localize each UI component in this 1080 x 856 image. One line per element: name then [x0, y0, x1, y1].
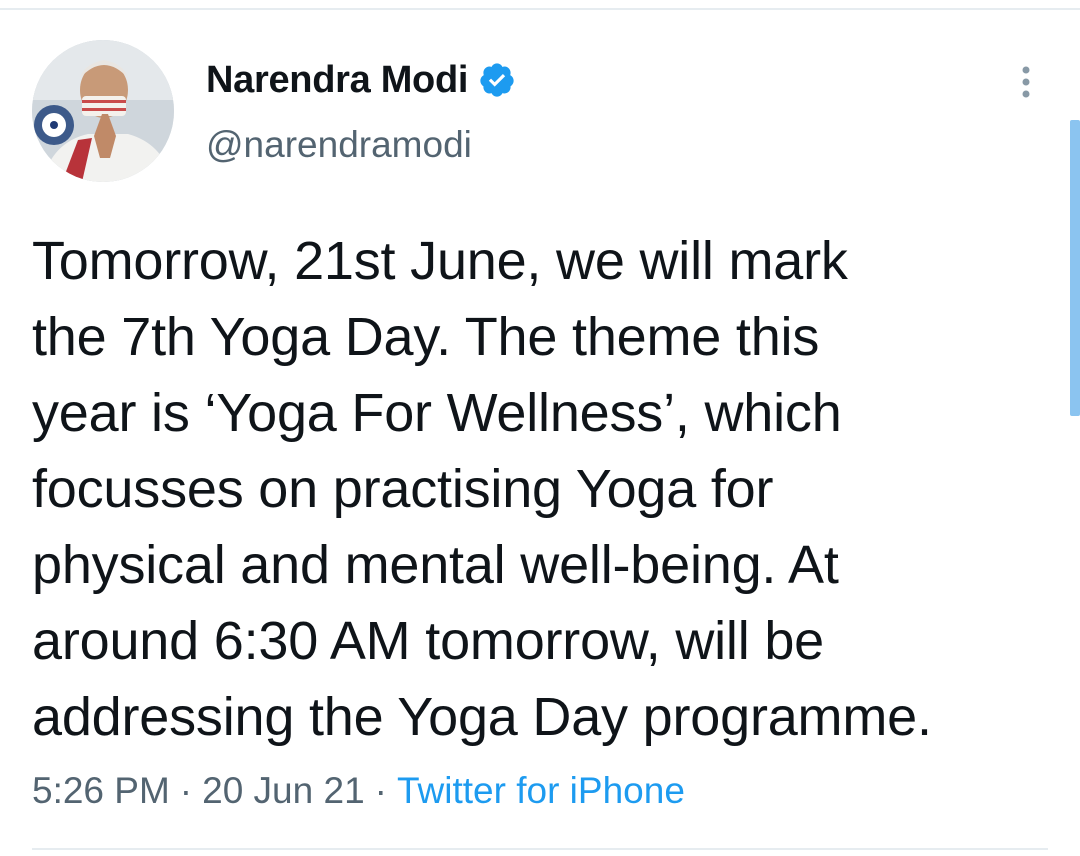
meta-separator: ·: [179, 770, 193, 811]
tweet-text: Tomorrow, 21st June, we will mark the 7t…: [32, 231, 932, 747]
display-name[interactable]: Narendra Modi: [206, 59, 468, 102]
tweet-metadata: 5:26 PM · 20 Jun 21 · Twitter for iPhone: [32, 770, 685, 812]
tweet-time[interactable]: 5:26 PM: [32, 770, 170, 812]
profile-photo-icon: [32, 40, 174, 182]
bottom-divider: [32, 848, 1048, 850]
scroll-indicator[interactable]: [1070, 120, 1080, 416]
top-divider: [0, 8, 1080, 10]
tweet-source-link[interactable]: Twitter for iPhone: [397, 770, 685, 812]
author-name-row[interactable]: Narendra Modi: [206, 56, 516, 104]
avatar[interactable]: [32, 40, 174, 182]
meta-separator: ·: [374, 770, 387, 811]
tweet-date[interactable]: 20 Jun 21: [202, 770, 365, 812]
verified-badge-icon: [478, 61, 516, 99]
more-vertical-icon[interactable]: [1010, 62, 1042, 102]
author-handle[interactable]: @narendramodi: [206, 124, 472, 166]
